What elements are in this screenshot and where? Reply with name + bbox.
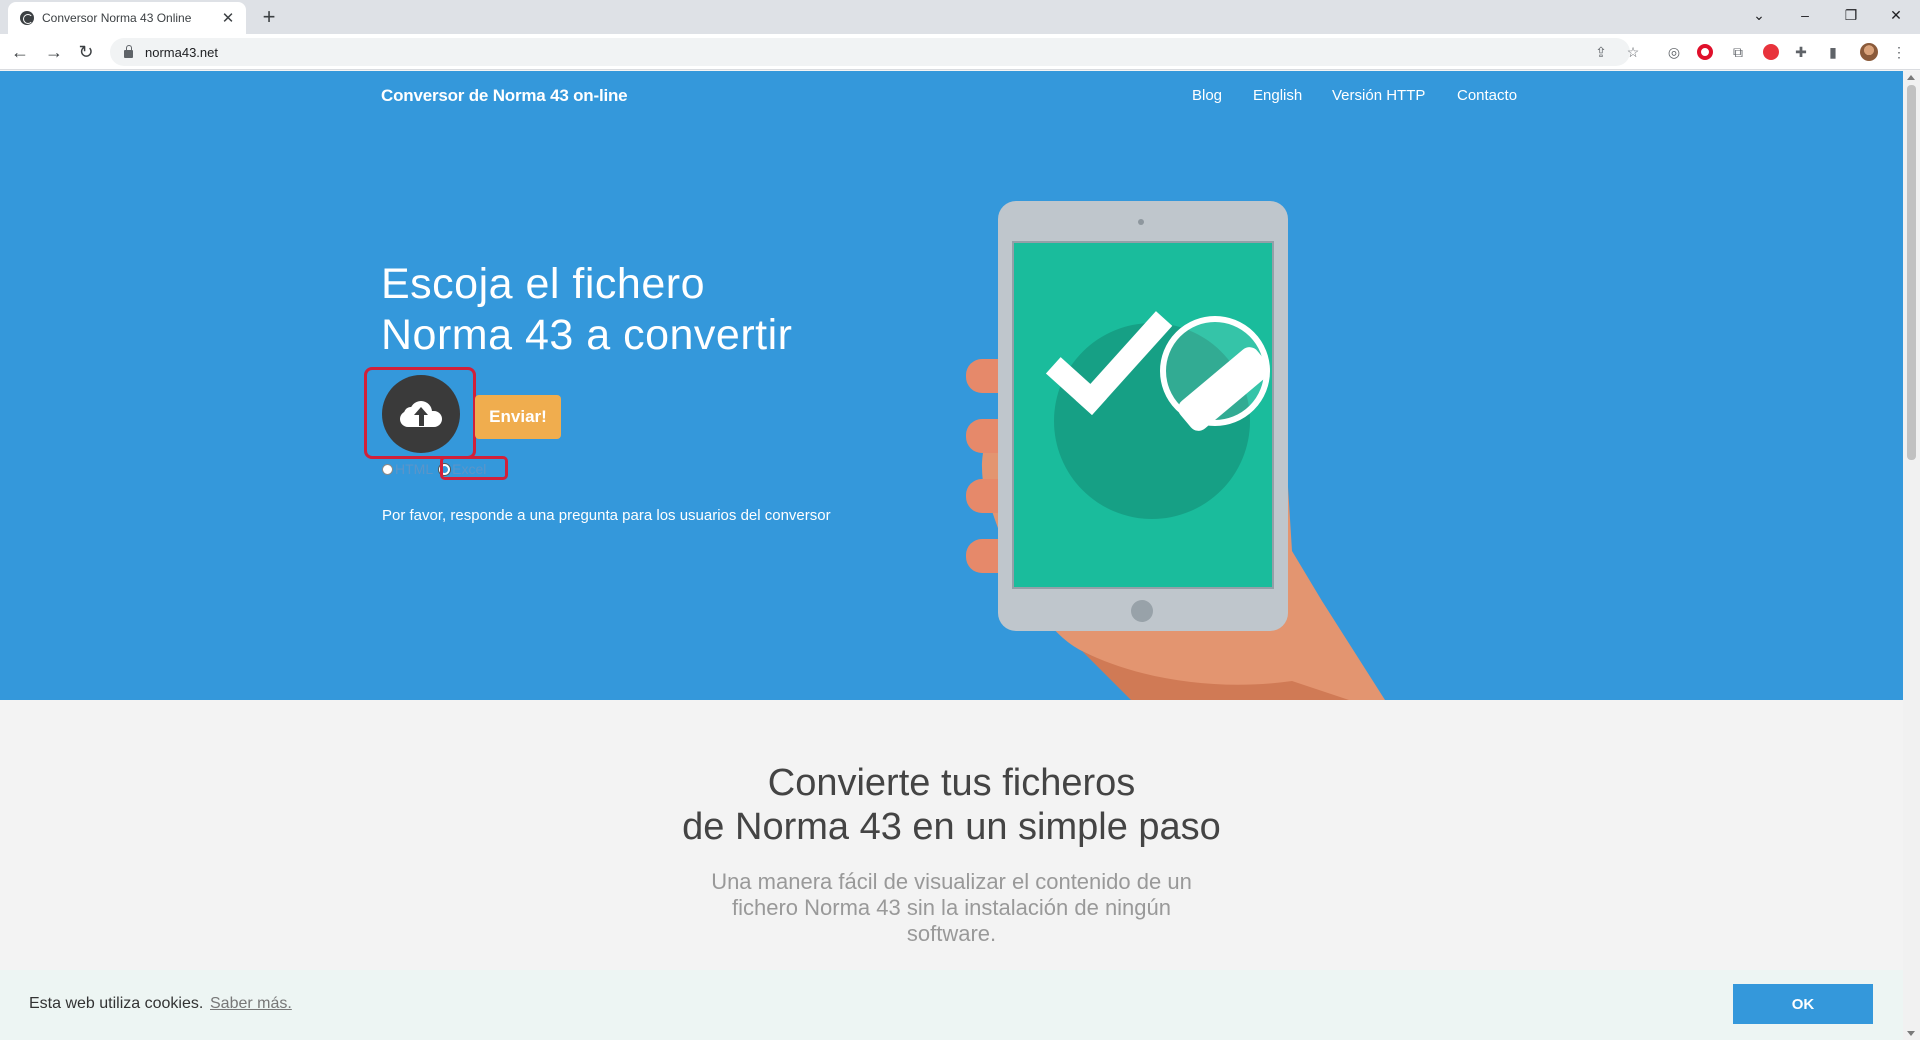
section-title-line1: Convierte tus ficheros — [767, 762, 1136, 804]
upload-highlight-box — [364, 367, 476, 459]
browser-tab[interactable]: Conversor Norma 43 Online ✕ — [8, 2, 246, 34]
scroll-down-arrow-icon[interactable] — [1907, 1031, 1915, 1036]
url-text: norma43.net — [145, 44, 218, 60]
puzzle-extensions-icon[interactable]: ✚ — [1792, 43, 1810, 61]
nav-link-english[interactable]: English — [1253, 87, 1302, 104]
cookie-text: Esta web utiliza cookies. — [29, 995, 204, 1012]
camera-extension-icon[interactable]: ◎ — [1665, 43, 1683, 61]
tab-close-icon[interactable]: ✕ — [220, 9, 236, 27]
radio-html-label[interactable]: HTML — [395, 461, 433, 477]
bookmark-star-icon[interactable]: ☆ — [1624, 43, 1642, 61]
excel-highlight-box — [440, 456, 508, 480]
tab-title: Conversor Norma 43 Online — [42, 11, 192, 25]
cookie-banner: Esta web utiliza cookies. Saber más. OK — [0, 970, 1903, 1040]
section-subtitle-line1: Una manera fácil de visualizar el conten… — [711, 869, 1192, 894]
nav-link-http[interactable]: Versión HTTP — [1332, 87, 1425, 104]
opera-extension-icon[interactable] — [1697, 44, 1713, 60]
extension-icon[interactable]: ⧉ — [1729, 43, 1747, 61]
window-close-button[interactable]: ✕ — [1874, 0, 1918, 30]
send-button[interactable]: Enviar! — [475, 395, 561, 439]
lock-icon — [124, 44, 133, 58]
hero-heading: Escoja el fichero Norma 43 a convertir — [381, 259, 901, 361]
site-brand[interactable]: Conversor de Norma 43 on-line — [381, 86, 628, 106]
section-subtitle-line2: fichero Norma 43 sin la instalación de n… — [731, 895, 1172, 920]
tablet-home-button — [1131, 600, 1153, 622]
address-bar[interactable]: norma43.net — [110, 38, 1630, 66]
magnifier-icon — [1160, 316, 1270, 426]
scroll-thumb[interactable] — [1907, 85, 1916, 460]
page-scrollbar[interactable] — [1903, 71, 1920, 1040]
scroll-up-arrow-icon[interactable] — [1907, 75, 1915, 80]
hero-section: Conversor de Norma 43 on-line Blog Engli… — [0, 71, 1903, 700]
reload-button[interactable]: ↻ — [74, 40, 98, 64]
hero-heading-line2: Norma 43 a convertir — [381, 311, 793, 359]
nav-link-contact[interactable]: Contacto — [1457, 87, 1517, 104]
section-subtitle-line3: software. — [906, 921, 997, 946]
browser-menu-icon[interactable]: ⋮ — [1890, 43, 1908, 61]
cookie-ok-button[interactable]: OK — [1733, 984, 1873, 1024]
cookie-learn-more-link[interactable]: Saber más. — [210, 995, 292, 1013]
back-button[interactable]: ← — [8, 40, 32, 64]
restore-button[interactable]: ❐ — [1829, 0, 1873, 30]
forward-button[interactable]: → — [42, 40, 66, 64]
browser-tab-bar: Conversor Norma 43 Online ✕ + ⌄ – ❐ ✕ — [0, 0, 1920, 34]
sidebar-icon[interactable]: ▮ — [1824, 43, 1842, 61]
browser-toolbar: ← → ↻ norma43.net ⇪ ☆ ◎ ⧉ ✚ ▮ ⋮ — [0, 34, 1920, 70]
section-title-line2: de Norma 43 en un simple paso — [682, 806, 1221, 848]
tab-search-button[interactable]: ⌄ — [1737, 0, 1781, 30]
red-extension-icon[interactable] — [1763, 44, 1779, 60]
tablet-camera — [1138, 219, 1144, 225]
hero-heading-line1: Escoja el fichero — [381, 260, 705, 308]
site-favicon-icon — [20, 11, 34, 25]
share-icon[interactable]: ⇪ — [1592, 43, 1610, 61]
survey-question-link[interactable]: Por favor, responde a una pregunta para … — [382, 507, 831, 524]
nav-link-blog[interactable]: Blog — [1192, 87, 1222, 104]
radio-html[interactable] — [382, 463, 393, 475]
profile-avatar[interactable] — [1860, 43, 1878, 61]
minimize-button[interactable]: – — [1783, 0, 1827, 30]
new-tab-button[interactable]: + — [256, 4, 282, 30]
page-viewport: Conversor de Norma 43 on-line Blog Engli… — [0, 71, 1903, 1040]
